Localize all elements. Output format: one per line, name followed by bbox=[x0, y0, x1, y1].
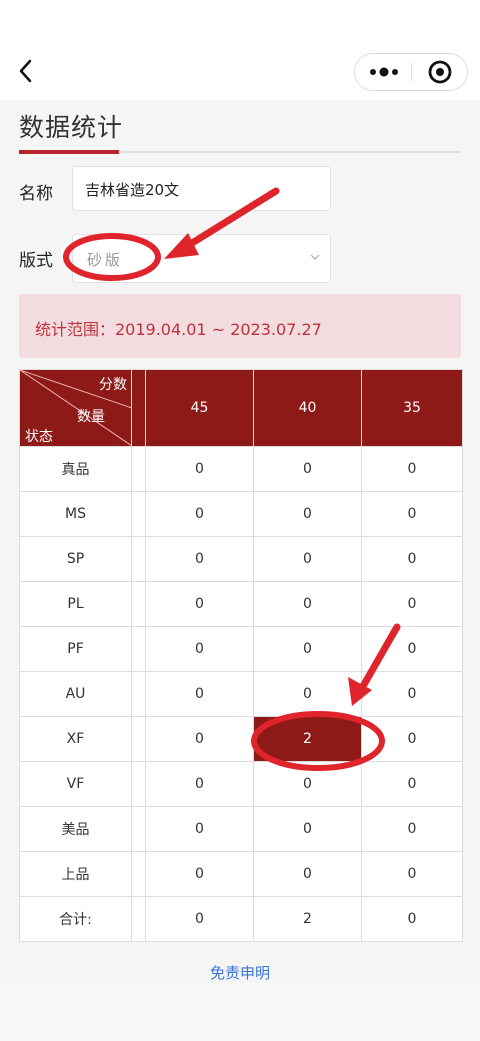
row-spacer bbox=[131, 671, 146, 717]
header-score-label: 分数 bbox=[99, 377, 127, 393]
table-row: 真品 0 0 0 bbox=[19, 446, 463, 492]
row-spacer bbox=[131, 806, 146, 852]
table-cell: 0 bbox=[361, 446, 463, 492]
table-row: MS 0 0 0 bbox=[19, 491, 463, 537]
table-corner-header: 分数 数量 状态 bbox=[19, 369, 132, 447]
table-cell: 0 bbox=[145, 536, 254, 582]
top-nav-bar bbox=[0, 0, 480, 100]
capsule-divider bbox=[411, 63, 412, 81]
table-cell: 0 bbox=[145, 806, 254, 852]
row-spacer bbox=[131, 446, 146, 492]
table-header-row: 分数 数量 状态 45 40 35 bbox=[19, 369, 463, 447]
header-status-label: 状态 bbox=[25, 429, 53, 445]
table-cell: 0 bbox=[145, 671, 254, 717]
mini-program-capsule bbox=[354, 53, 468, 91]
name-label: 名称 bbox=[19, 184, 53, 204]
table-cell: 0 bbox=[361, 491, 463, 537]
disclaimer-link[interactable]: 免责申明 bbox=[0, 962, 480, 983]
table-cell: 0 bbox=[145, 446, 254, 492]
table-cell: 0 bbox=[361, 716, 463, 762]
table-cell: 0 bbox=[145, 491, 254, 537]
column-header: 45 bbox=[145, 369, 254, 447]
table-cell: 0 bbox=[253, 806, 362, 852]
edition-label: 版式 bbox=[19, 251, 53, 271]
table-row: AU 0 0 0 bbox=[19, 671, 463, 717]
target-icon bbox=[428, 60, 452, 84]
table-cell: 0 bbox=[145, 851, 254, 897]
table-cell: 0 bbox=[253, 536, 362, 582]
back-button[interactable] bbox=[14, 56, 40, 86]
table-cell: 0 bbox=[361, 896, 463, 942]
column-header: 35 bbox=[361, 369, 463, 447]
row-spacer bbox=[131, 851, 146, 897]
row-label: 合计: bbox=[19, 896, 132, 942]
row-label: VF bbox=[19, 761, 132, 807]
row-spacer bbox=[131, 581, 146, 627]
grade-statistics-table: 分数 数量 状态 45 40 35 真品 0 0 0 MS 0 0 0 SP 0… bbox=[19, 369, 463, 942]
table-row: SP 0 0 0 bbox=[19, 536, 463, 582]
header-count-label: 数量 bbox=[77, 409, 105, 425]
table-cell: 2 bbox=[253, 896, 362, 942]
edition-select[interactable]: 砂版 bbox=[72, 234, 331, 283]
table-row: VF 0 0 0 bbox=[19, 761, 463, 807]
close-mini-program-button[interactable] bbox=[425, 58, 455, 86]
row-label: AU bbox=[19, 671, 132, 717]
table-row: PL 0 0 0 bbox=[19, 581, 463, 627]
row-label: 美品 bbox=[19, 806, 132, 852]
table-cell: 0 bbox=[361, 536, 463, 582]
chevron-down-icon bbox=[310, 254, 320, 260]
table-cell: 0 bbox=[253, 446, 362, 492]
table-row: 上品 0 0 0 bbox=[19, 851, 463, 897]
table-header-spacer bbox=[131, 369, 146, 447]
row-label: 真品 bbox=[19, 446, 132, 492]
row-spacer bbox=[131, 626, 146, 672]
table-row: 美品 0 0 0 bbox=[19, 806, 463, 852]
edition-placeholder: 砂版 bbox=[87, 251, 124, 269]
bottom-area bbox=[0, 983, 480, 1041]
row-label: SP bbox=[19, 536, 132, 582]
row-spacer bbox=[131, 761, 146, 807]
highlighted-table-cell[interactable]: 2 bbox=[253, 716, 362, 762]
table-cell: 0 bbox=[253, 626, 362, 672]
row-label: PL bbox=[19, 581, 132, 627]
table-row: XF 0 2 0 bbox=[19, 716, 463, 762]
name-value: 吉林省造20文 bbox=[85, 181, 180, 199]
table-cell: 0 bbox=[253, 581, 362, 627]
title-accent-bar bbox=[19, 150, 119, 154]
table-row: PF 0 0 0 bbox=[19, 626, 463, 672]
row-label: XF bbox=[19, 716, 132, 762]
row-label: 上品 bbox=[19, 851, 132, 897]
row-spacer bbox=[131, 491, 146, 537]
row-spacer bbox=[131, 716, 146, 762]
row-label: MS bbox=[19, 491, 132, 537]
more-dots-icon bbox=[370, 67, 398, 77]
table-cell: 0 bbox=[361, 626, 463, 672]
row-spacer bbox=[131, 896, 146, 942]
table-cell: 0 bbox=[361, 761, 463, 807]
more-button[interactable] bbox=[363, 54, 405, 90]
statistics-range-text: 统计范围：2019.04.01 ~ 2023.07.27 bbox=[35, 320, 322, 339]
table-cell: 0 bbox=[361, 851, 463, 897]
table-cell: 0 bbox=[145, 716, 254, 762]
name-field[interactable]: 吉林省造20文 bbox=[72, 166, 331, 211]
table-cell: 0 bbox=[361, 671, 463, 717]
table-cell: 0 bbox=[253, 851, 362, 897]
table-cell: 0 bbox=[145, 761, 254, 807]
table-total-row: 合计: 0 2 0 bbox=[19, 896, 463, 942]
statistics-range-box: 统计范围：2019.04.01 ~ 2023.07.27 bbox=[19, 294, 461, 358]
table-cell: 0 bbox=[253, 491, 362, 537]
table-cell: 0 bbox=[253, 761, 362, 807]
row-label: PF bbox=[19, 626, 132, 672]
chevron-left-icon bbox=[19, 59, 32, 83]
table-cell: 0 bbox=[361, 581, 463, 627]
table-cell: 0 bbox=[145, 626, 254, 672]
column-header: 40 bbox=[253, 369, 362, 447]
table-cell: 0 bbox=[361, 806, 463, 852]
table-cell: 0 bbox=[253, 671, 362, 717]
page-title: 数据统计 bbox=[19, 113, 124, 142]
row-spacer bbox=[131, 536, 146, 582]
table-cell: 0 bbox=[145, 581, 254, 627]
table-cell: 0 bbox=[145, 896, 254, 942]
